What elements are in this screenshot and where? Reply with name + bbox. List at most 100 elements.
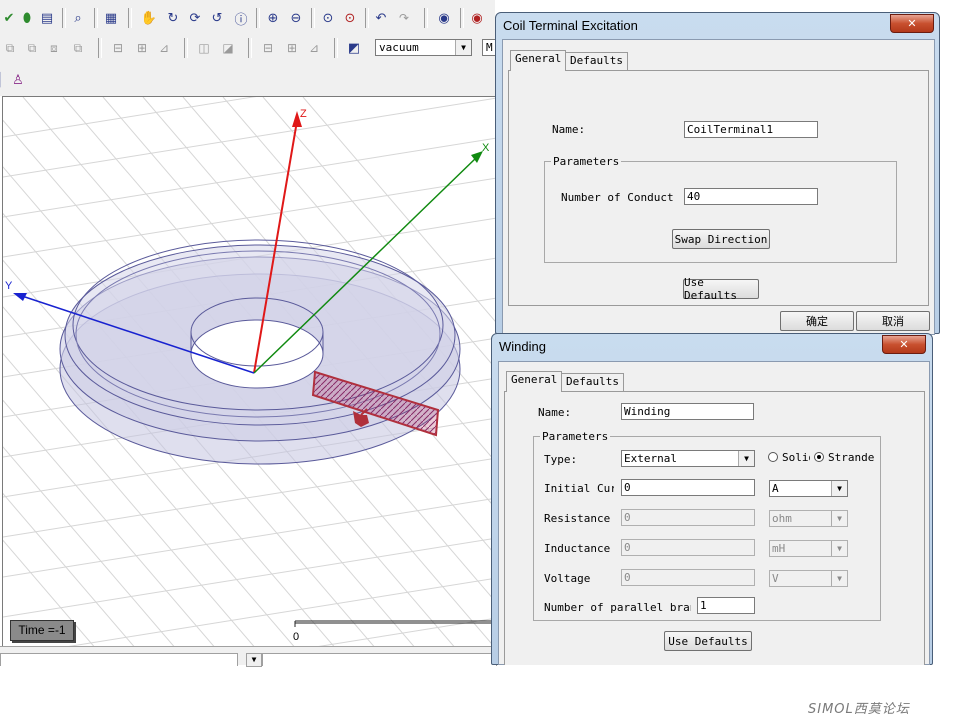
parameters-group-label: Parameters — [540, 430, 611, 443]
toolbar-separator — [184, 38, 188, 58]
coil-model[interactable] — [59, 239, 461, 465]
duplicate-mirror-icon[interactable]: ⊿ — [306, 40, 322, 56]
grid-icon[interactable]: ▦ — [103, 10, 119, 26]
toolbar-separator — [311, 8, 315, 28]
distribute-icon[interactable]: ⊞ — [284, 40, 300, 56]
zoom-in-icon[interactable]: ⊕ — [265, 10, 281, 26]
general-tab-pane: Name: CoilTerminal1 Parameters Number of… — [508, 70, 929, 306]
chevron-down-icon: ▼ — [831, 481, 847, 496]
type-value: External — [624, 452, 677, 465]
tab-general[interactable]: General — [506, 371, 563, 392]
chevron-down-icon: ▼ — [738, 451, 754, 466]
ok-button[interactable]: 确定 — [780, 311, 854, 331]
use-defaults-button[interactable]: Use Defaults — [683, 276, 759, 302]
conductors-label: Number of Conductors — [561, 191, 674, 204]
tab-defaults[interactable]: Defaults — [561, 373, 624, 391]
status-field-right — [262, 653, 497, 666]
mirror-icon[interactable]: ⊿ — [156, 40, 172, 56]
name-label: Name: — [552, 123, 586, 136]
chevron-down-icon: ▼ — [455, 40, 471, 55]
inductance-label: Inductance — [544, 542, 611, 555]
model-canvas: Z X Y 0 — [3, 97, 497, 647]
thicken-icon[interactable]: ◪ — [220, 40, 236, 56]
dialog-body: General Defaults Name: Winding Parameter… — [498, 361, 930, 665]
stranded-radio[interactable] — [814, 452, 824, 462]
branches-field[interactable]: 1 — [697, 597, 755, 614]
zoom-out-icon[interactable]: ⊖ — [288, 10, 304, 26]
watermark-logo: SIMOL西莫论坛 — [808, 702, 910, 717]
toolbar-separator — [94, 8, 98, 28]
close-button[interactable]: ✕ — [890, 14, 934, 33]
use-defaults-button[interactable]: Use Defaults — [664, 631, 752, 651]
cancel-button[interactable]: 取消 — [856, 311, 930, 331]
fit-all-icon[interactable]: ⊙ — [320, 10, 336, 26]
chevron-down-icon[interactable]: ▼ — [246, 653, 262, 667]
notes-icon[interactable]: ▤ — [39, 10, 55, 26]
material-value: vacuum — [379, 41, 419, 54]
current-field[interactable]: 0 — [621, 479, 755, 496]
toolbar-separator — [98, 38, 102, 58]
inductance-unit-value: mH — [772, 542, 786, 555]
name-field[interactable]: Winding — [621, 403, 754, 420]
axis-z-label: Z — [300, 108, 307, 120]
solid-radio[interactable] — [768, 452, 778, 462]
name-field[interactable]: CoilTerminal1 — [684, 121, 818, 138]
validate-icon[interactable]: ⬮ — [19, 10, 35, 26]
swap-direction-button[interactable]: Swap Direction — [672, 229, 770, 249]
stranded-label: Stranded — [828, 451, 875, 464]
user-pin-icon[interactable]: ♙ — [10, 72, 26, 88]
tab-defaults[interactable]: Defaults — [565, 52, 628, 70]
material-icon[interactable]: ◩ — [346, 40, 362, 56]
undo-icon[interactable]: ↶ — [373, 10, 389, 26]
inductance-unit-select: mH ▼ — [769, 540, 848, 557]
material-combo[interactable]: vacuum ▼ — [375, 39, 472, 56]
imprint-icon[interactable]: ⧉ — [70, 40, 86, 56]
toolbar-separator — [424, 8, 428, 28]
current-unit-value: A — [772, 482, 779, 495]
subtract-icon[interactable]: ⧉ — [24, 40, 40, 56]
zoom-info-icon[interactable]: ⓘ — [233, 10, 249, 28]
close-button[interactable]: ✕ — [882, 335, 926, 354]
name-label: Name: — [538, 406, 572, 419]
redo-icon[interactable]: ↷ — [396, 10, 412, 26]
rotate-icon[interactable]: ↻ — [165, 10, 181, 26]
spin-icon[interactable]: ↺ — [209, 10, 225, 26]
sweep-icon[interactable]: ◫ — [196, 40, 212, 56]
fit-selected-icon[interactable]: ⊙ — [342, 10, 358, 26]
zoom-search-icon[interactable]: ⌕ — [70, 10, 86, 26]
type-select[interactable]: External ▼ — [621, 450, 755, 467]
current-unit-select[interactable]: A ▼ — [769, 480, 848, 497]
view-eye-icon[interactable]: ◉ — [436, 10, 452, 26]
modeler-viewport[interactable]: Z X Y 0 Time =-1 — [2, 96, 497, 647]
intersect-icon[interactable]: ⧈ — [46, 40, 62, 56]
coil-terminal-dialog: Coil Terminal Excitation ✕ General Defau… — [495, 12, 940, 335]
tab-general[interactable]: General — [510, 50, 567, 71]
chevron-down-icon: ▼ — [831, 571, 847, 586]
parameters-group: Parameters Number of Conductors 40 Swap … — [544, 155, 897, 263]
split-icon[interactable]: ⊟ — [110, 40, 126, 56]
close-icon: ✕ — [899, 338, 909, 351]
chevron-down-icon: ▼ — [831, 511, 847, 526]
dialog-body: General Defaults Name: CoilTerminal1 Par… — [502, 39, 935, 335]
orbit-icon[interactable]: ⟳ — [187, 10, 203, 26]
toolbar-separator — [334, 38, 338, 58]
hide-eye-icon[interactable]: ◉ — [469, 10, 485, 26]
inductance-field: 0 — [621, 539, 755, 556]
check-icon[interactable]: ✔ — [1, 10, 17, 26]
toolbar-separator — [256, 8, 260, 28]
toolbar-separator — [460, 8, 464, 28]
separate-icon[interactable]: ⊞ — [134, 40, 150, 56]
close-icon: ✕ — [907, 17, 917, 30]
voltage-unit-value: V — [772, 572, 779, 585]
dialog-title: Winding — [499, 339, 546, 354]
unite-icon[interactable]: ⧉ — [2, 40, 18, 56]
parameters-group-label: Parameters — [551, 155, 622, 168]
align-icon[interactable]: ⊟ — [260, 40, 276, 56]
axis-x-label: X — [482, 142, 490, 154]
toolbar-area: ✔ ⬮ ▤ ⌕ ▦ ✋ ↻ ⟳ ↺ ⓘ ⊕ ⊖ ⊙ ⊙ ↶ ↷ ◉ ◉ ⧉ ⧉ … — [0, 0, 498, 96]
voltage-field: 0 — [621, 569, 755, 586]
pan-hand-icon[interactable]: ✋ — [141, 10, 157, 26]
conductors-field[interactable]: 40 — [684, 188, 818, 205]
resistance-unit-value: ohm — [772, 512, 792, 525]
branches-label: Number of parallel branches — [544, 601, 691, 614]
